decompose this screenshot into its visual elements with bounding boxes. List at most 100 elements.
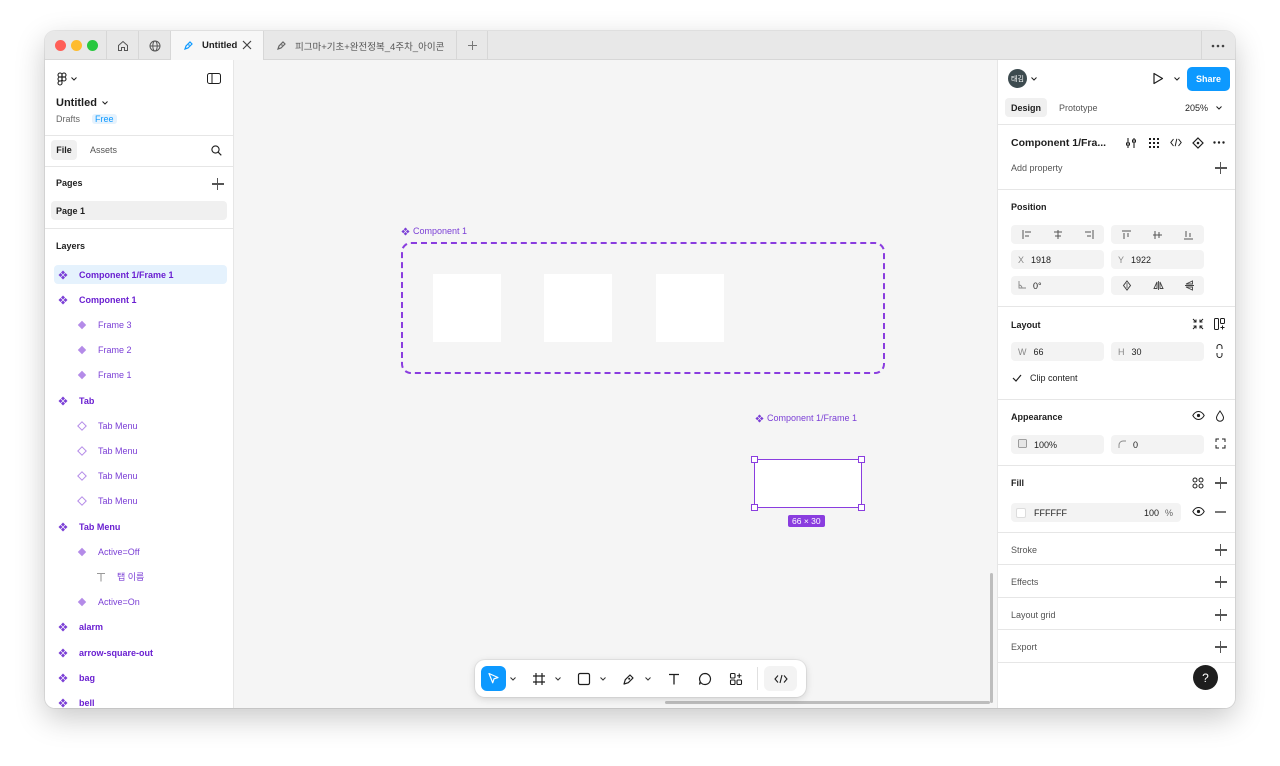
blend-mode-button[interactable] — [1215, 410, 1225, 422]
add-fill-button[interactable] — [1215, 477, 1227, 489]
resize-handle[interactable] — [858, 456, 865, 463]
present-button[interactable] — [1152, 72, 1164, 85]
close-window-button[interactable] — [55, 40, 66, 51]
layer-row[interactable]: Tab Menu — [54, 492, 227, 511]
fill-swatch[interactable] — [1016, 507, 1026, 518]
page-item[interactable]: Page 1 — [51, 201, 227, 220]
tab-prototype[interactable]: Prototype — [1059, 98, 1098, 117]
chevron-down-icon[interactable] — [645, 676, 651, 682]
file-location[interactable]: Drafts — [56, 114, 80, 124]
layer-row[interactable]: 탭 이름 — [54, 567, 227, 586]
dev-mode-toggle[interactable] — [764, 666, 797, 691]
tab-untitled[interactable]: Untitled — [170, 31, 263, 60]
remove-fill-button[interactable] — [1215, 511, 1226, 513]
add-property-button[interactable] — [1215, 162, 1227, 174]
layer-row[interactable]: Frame 3 — [54, 315, 227, 334]
add-layout-grid-button[interactable] — [1215, 609, 1227, 621]
component-frame-label[interactable]: Component 1 — [401, 226, 467, 236]
add-stroke-button[interactable] — [1215, 544, 1227, 556]
align-center-h-icon[interactable] — [1053, 230, 1063, 239]
add-page-button[interactable] — [212, 178, 224, 190]
fill-visibility-toggle[interactable] — [1192, 507, 1205, 516]
align-right-icon[interactable] — [1084, 230, 1094, 239]
resize-handle[interactable] — [751, 456, 758, 463]
chevron-down-icon[interactable] — [1031, 77, 1037, 81]
resize-handle[interactable] — [858, 504, 865, 511]
layer-row[interactable]: Frame 1 — [54, 366, 227, 385]
more-menu-button[interactable] — [1201, 31, 1233, 60]
close-tab-icon[interactable] — [241, 39, 253, 54]
figma-menu-button[interactable] — [57, 72, 77, 86]
frame-2[interactable] — [544, 274, 612, 342]
rotation-field[interactable]: 0° — [1011, 276, 1104, 295]
chevron-down-icon[interactable] — [600, 676, 606, 682]
layer-row[interactable]: Active=Off — [54, 542, 227, 561]
tab-design[interactable]: Design — [1005, 98, 1048, 117]
tab-file[interactable]: File — [51, 140, 77, 160]
constrain-proportions-button[interactable] — [1216, 344, 1223, 358]
component-1-frame[interactable] — [401, 242, 885, 374]
resize-to-fit-button[interactable] — [1192, 318, 1204, 330]
new-tab-button[interactable] — [456, 31, 488, 60]
layer-row[interactable]: Active=On — [54, 593, 227, 612]
tab-icon-file[interactable]: 피그마+기초+완전정복_4주차_아이콘 — [263, 31, 456, 60]
layer-row[interactable]: Tab — [54, 391, 227, 410]
selected-component-frame[interactable] — [751, 456, 865, 511]
text-tool[interactable] — [661, 666, 686, 691]
actions-tool[interactable] — [723, 666, 748, 691]
share-button[interactable]: Share — [1187, 67, 1230, 91]
align-left-icon[interactable] — [1022, 230, 1032, 239]
layer-row[interactable]: Tab Menu — [54, 416, 227, 435]
independent-corners-button[interactable] — [1215, 438, 1226, 449]
layer-row[interactable]: Tab Menu — [54, 441, 227, 460]
frame-3[interactable] — [656, 274, 724, 342]
component-properties-button[interactable] — [1125, 137, 1137, 149]
canvas[interactable]: Component 1 Component 1/Frame 1 66 × 30 — [234, 60, 997, 708]
layer-row[interactable]: Tab Menu — [54, 467, 227, 486]
layer-row[interactable]: arrow-square-out — [54, 643, 227, 662]
maximize-window-button[interactable] — [87, 40, 98, 51]
selected-component-label[interactable]: Component 1/Frame 1 — [755, 413, 857, 423]
avatar[interactable]: 태김 — [1008, 69, 1027, 88]
fill-styles-button[interactable] — [1192, 477, 1204, 489]
go-to-main-component-button[interactable] — [1192, 137, 1204, 149]
move-tool[interactable] — [481, 666, 506, 691]
flip-horizontal-icon[interactable] — [1152, 281, 1164, 290]
file-name-button[interactable]: Untitled — [56, 97, 108, 109]
home-button[interactable] — [106, 31, 138, 60]
minimize-window-button[interactable] — [71, 40, 82, 51]
align-bottom-icon[interactable] — [1184, 230, 1193, 240]
toggle-sidebar-button[interactable] — [207, 73, 221, 84]
resize-handle[interactable] — [751, 504, 758, 511]
layer-row[interactable]: Frame 2 — [54, 341, 227, 360]
zoom-level[interactable]: 205% — [1185, 98, 1222, 117]
height-field[interactable]: H 30 — [1111, 342, 1204, 361]
frame-tool[interactable] — [526, 666, 551, 691]
horizontal-scrollbar[interactable] — [665, 701, 990, 704]
layer-row[interactable]: Tab Menu — [54, 517, 227, 536]
align-middle-icon[interactable] — [1153, 230, 1162, 240]
layer-row[interactable]: bell — [54, 693, 227, 708]
tab-assets[interactable]: Assets — [90, 140, 117, 160]
clip-content-checkbox[interactable] — [1012, 374, 1022, 382]
vertical-scrollbar[interactable] — [990, 573, 993, 703]
shape-tool[interactable] — [571, 666, 596, 691]
community-button[interactable] — [138, 31, 170, 60]
align-top-icon[interactable] — [1122, 230, 1131, 240]
fill-color-field[interactable]: FFFFFF 100 % — [1011, 503, 1181, 522]
corner-radius-field[interactable]: 0 — [1111, 435, 1204, 454]
add-export-button[interactable] — [1215, 641, 1227, 653]
y-position-field[interactable]: Y 1922 — [1111, 250, 1204, 269]
layer-row[interactable]: alarm — [54, 618, 227, 637]
plan-badge[interactable]: Free — [92, 114, 117, 124]
flip-vertical-icon[interactable] — [1184, 280, 1194, 291]
grid-styles-button[interactable] — [1148, 137, 1160, 149]
frame-1[interactable] — [433, 274, 501, 342]
layer-row[interactable]: bag — [54, 668, 227, 687]
opacity-field[interactable]: 100% — [1011, 435, 1104, 454]
inspect-code-button[interactable] — [1170, 138, 1182, 147]
chevron-down-icon[interactable] — [1174, 77, 1180, 81]
comment-tool[interactable] — [692, 666, 717, 691]
pen-tool[interactable] — [616, 666, 641, 691]
auto-layout-button[interactable] — [1214, 318, 1226, 330]
